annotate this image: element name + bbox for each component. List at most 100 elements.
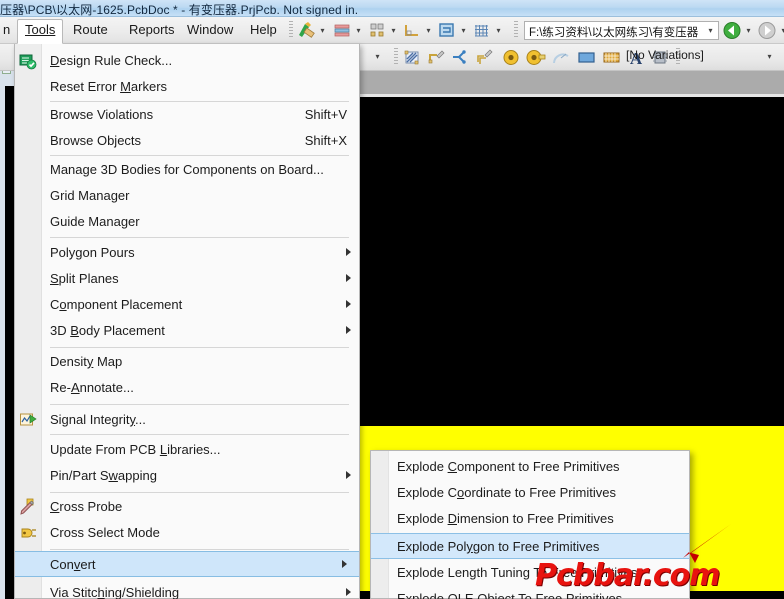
menu-item-route[interactable]: Route [66,20,115,41]
menu-item-manage-3d-bodies[interactable]: Manage 3D Bodies for Components on Board… [15,157,361,183]
pad-icon[interactable] [526,48,546,67]
chevron-down-icon-4[interactable] [424,27,433,35]
chevron-right-icon-convert [342,560,347,568]
toolbar-grip-3[interactable] [394,48,398,66]
menu-item-density-map[interactable]: Density Map [15,349,361,375]
menu-label-split-planes: Split Planes [50,271,119,286]
menu-item-window[interactable]: Window [180,20,240,41]
submenu-item-explode-dimension[interactable]: Explode Dimension to Free Primitives [371,506,691,532]
menu-label-signal-integrity: Signal Integrity... [50,412,146,427]
chevron-down-icon-1[interactable] [318,27,327,35]
route-trace-icon[interactable] [426,48,446,67]
project-path-combo[interactable]: F:\练习资料\以太网练习\有变压器 [524,21,719,40]
tools-dropdown-menu[interactable]: Design Rule Check... Reset Error Markers… [14,44,360,599]
hatch-fill-icon[interactable] [402,48,422,67]
polygon-icon[interactable] [437,21,457,40]
menu-label-density-map: Density Map [50,354,123,369]
menu-accel-browse-objects: Shift+X [304,133,347,148]
nav-forward-gray-icon[interactable] [757,21,777,40]
toolbar-grip-2[interactable] [514,21,518,39]
variations-label[interactable]: [No Variations] [626,48,704,62]
menu-item-grid-manager[interactable]: Grid Manager [15,183,361,209]
menu-item-help-label: Help [250,22,277,37]
menu-label-pin-part-swapping: Pin/Part Swapping [50,468,157,483]
chevron-down-icon-7[interactable] [373,53,382,61]
altium-pcb-window: 压器\PCB\以太网-1625.PcbDoc * - 有变压器.PrjPcb. … [0,0,784,599]
measure-icon[interactable] [402,21,422,40]
chevron-down-icon-3[interactable] [389,27,398,35]
diff-pair-route-icon[interactable] [474,48,494,67]
pencil-ruler-icon[interactable] [296,21,316,40]
drc-check-icon [19,52,37,70]
nav-back-green-icon[interactable] [722,21,742,40]
menu-item-update-from-pcb-libraries[interactable]: Update From PCB Libraries... [15,437,361,463]
layer-stack-icon[interactable] [332,21,352,40]
submenu-label-explode-component: Explode Component to Free Primitives [397,459,620,474]
menu-item-browse-violations[interactable]: Browse Violations Shift+V [15,102,361,128]
menu-item-signal-integrity[interactable]: Signal Integrity... [15,407,361,433]
chevron-right-icon-via-stitching [346,588,351,596]
menu-item-polygon-pours[interactable]: Polygon Pours [15,240,361,266]
menu-item-guide-manager[interactable]: Guide Manager [15,209,361,235]
cross-probe-icon [19,498,37,516]
chevron-right-icon-split-planes [346,274,351,282]
submenu-item-explode-polygon[interactable]: Explode Polygon to Free Primitives [371,533,689,559]
menu-item-cross-probe[interactable]: Cross Probe [15,494,361,520]
chevron-right-icon-3d-body-placement [346,326,351,334]
menu-item-reset-error-markers[interactable]: Reset Error Markers [15,74,361,100]
menu-label-update-from-pcb-libraries: Update From PCB Libraries... [50,442,221,457]
toolbar-grip-1[interactable] [289,21,293,39]
menu-separator-6 [50,434,349,435]
polygon-pour-icon[interactable] [601,48,621,67]
submenu-label-explode-dimension: Explode Dimension to Free Primitives [397,511,614,526]
menu-item-via-stitching-shielding[interactable]: Via Stitching/Shielding [15,580,361,599]
chevron-right-icon-pin-part-swapping [346,471,351,479]
submenu-item-explode-component[interactable]: Explode Component to Free Primitives [371,454,691,480]
menu-item-split-planes[interactable]: Split Planes [15,266,361,292]
menu-label-manage-3d-bodies: Manage 3D Bodies for Components on Board… [50,162,324,177]
interactive-route-icon[interactable] [450,48,470,67]
menu-item-re-annotate[interactable]: Re-Annotate... [15,375,361,401]
grid-icon[interactable] [472,21,492,40]
menu-separator-5 [50,404,349,405]
canvas-top-gray-band [360,71,784,97]
watermark-text: Pcbbar.com [535,558,721,593]
menu-label-grid-manager: Grid Manager [50,188,130,203]
menu-separator-4 [50,347,349,348]
menu-item-convert[interactable]: Convert [15,551,359,577]
menu-item-reports[interactable]: Reports [122,20,182,41]
chevron-down-icon-fwd[interactable] [779,27,784,35]
fill-rect-icon[interactable] [576,48,596,67]
menu-bar[interactable]: n Tools Route Reports Window Help ▾ ▾ ▾ … [0,17,784,44]
menu-item-design-rule-check[interactable]: Design Rule Check... [15,48,361,74]
menu-item-partial[interactable]: n [0,20,17,41]
via-icon[interactable] [501,48,521,67]
menu-item-browse-objects[interactable]: Browse Objects Shift+X [15,128,361,154]
chevron-down-icon-5[interactable] [459,27,468,35]
left-dock-strip[interactable] [0,44,14,599]
board-shape-icon[interactable] [367,21,387,40]
menu-label-guide-manager: Guide Manager [50,214,140,229]
chevron-down-icon-variations[interactable] [765,53,774,61]
menu-item-3d-body-placement[interactable]: 3D Body Placement [15,318,361,344]
menu-label-cross-select-mode: Cross Select Mode [50,525,160,540]
menu-item-cross-select-mode[interactable]: Cross Select Mode [15,520,361,546]
chevron-down-icon-2[interactable] [354,27,363,35]
chevron-down-icon-path[interactable] [706,27,715,35]
chevron-down-icon-back[interactable] [744,27,753,35]
menu-label-cross-probe: Cross Probe [50,499,123,514]
signal-integrity-icon [19,411,37,429]
menu-item-pin-part-swapping[interactable]: Pin/Part Swapping [15,463,361,489]
menu-item-tools[interactable]: Tools [17,19,64,44]
cross-select-icon [19,524,37,542]
menu-item-component-placement[interactable]: Component Placement [15,292,361,318]
window-title: 压器\PCB\以太网-1625.PcbDoc * - 有变压器.PrjPcb. … [0,3,359,17]
arc-icon[interactable] [551,48,571,67]
menu-separator-3 [50,237,349,238]
chevron-down-icon-6[interactable] [494,27,503,35]
menu-item-route-label: Route [73,22,108,37]
menu-item-tools-label: Tools [25,22,56,37]
menu-item-help[interactable]: Help [243,20,284,41]
menu-label-polygon-pours: Polygon Pours [50,245,135,260]
submenu-item-explode-coordinate[interactable]: Explode Coordinate to Free Primitives [371,480,691,506]
